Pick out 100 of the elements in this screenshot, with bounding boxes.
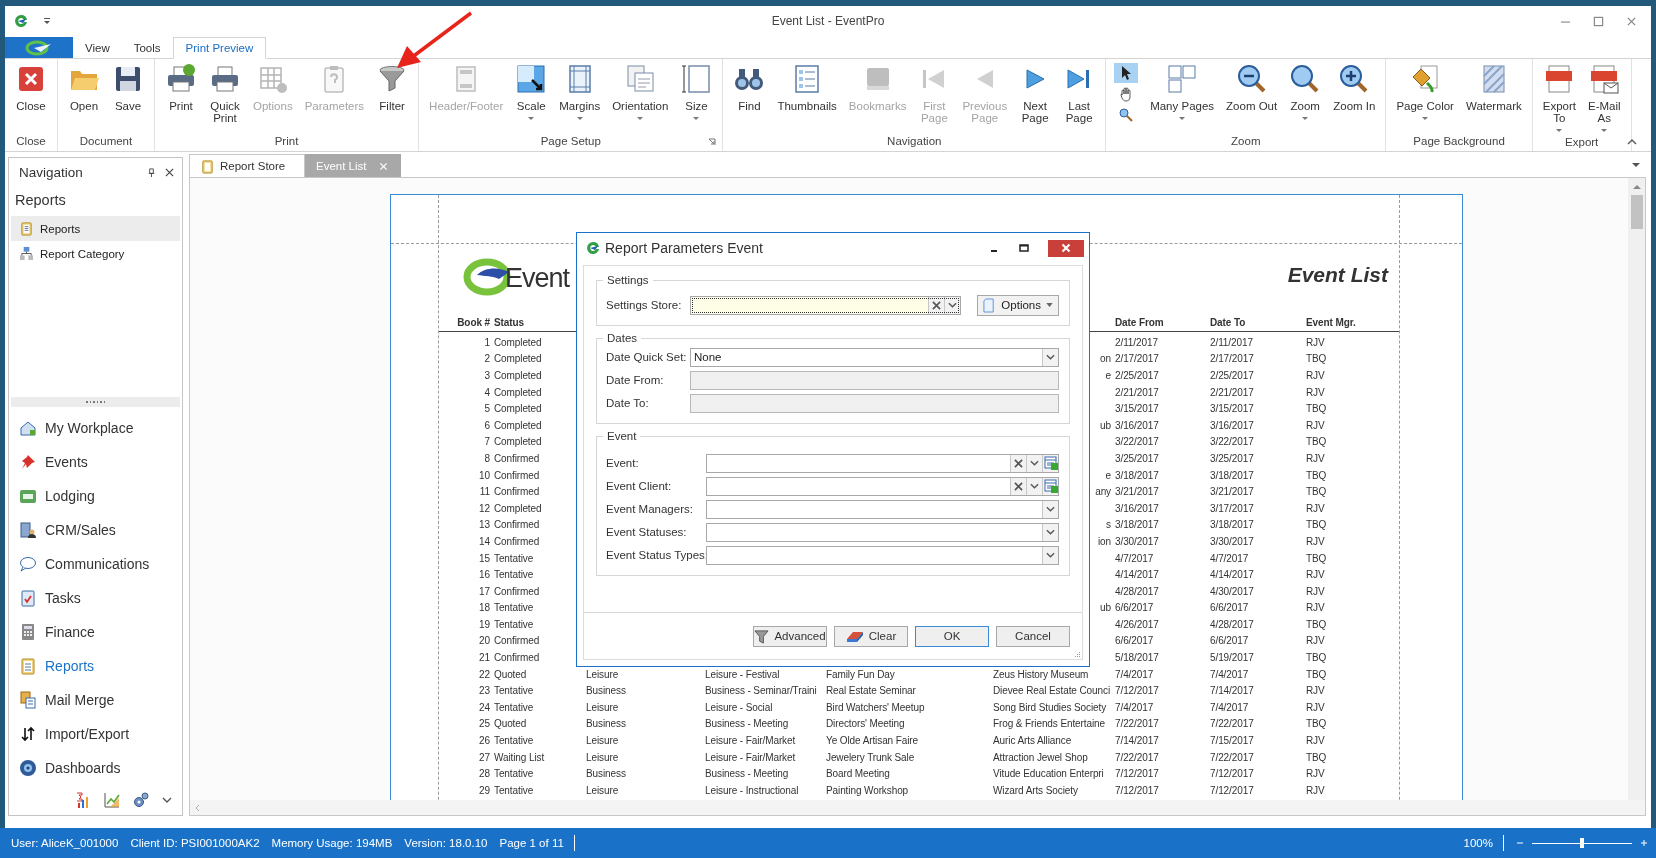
pin-icon[interactable] bbox=[147, 167, 156, 177]
bar-chart-icon[interactable] bbox=[75, 792, 91, 808]
column-header: Event Mgr. bbox=[1306, 316, 1356, 328]
ribbon-tab[interactable]: View bbox=[73, 38, 122, 58]
ribbon-tab[interactable]: Tools bbox=[121, 38, 173, 58]
ribbon-button[interactable]: Watermark bbox=[1459, 63, 1528, 112]
plus-icon[interactable] bbox=[1640, 839, 1648, 847]
ribbon-button[interactable]: Last Page bbox=[1057, 63, 1102, 124]
table-cell: 3/18/2017 bbox=[1115, 469, 1159, 481]
dropdown-icon[interactable] bbox=[1042, 523, 1058, 541]
ribbon-button[interactable]: Thumbnails bbox=[771, 63, 843, 112]
dropdown-icon[interactable] bbox=[1042, 500, 1058, 518]
splitter-handle[interactable] bbox=[11, 397, 180, 407]
clear-icon[interactable] bbox=[1010, 477, 1026, 495]
dropdown-icon[interactable] bbox=[1632, 162, 1640, 168]
options-button[interactable]: Options bbox=[977, 294, 1059, 316]
maximize-icon[interactable] bbox=[1018, 242, 1030, 254]
ribbon-button[interactable]: Orientation bbox=[606, 63, 675, 120]
ribbon-button[interactable]: Scale bbox=[509, 63, 554, 120]
nav-item[interactable]: Reports bbox=[11, 216, 180, 241]
table-cell: Leisure - Festival bbox=[705, 668, 780, 680]
table-cell: Leisure bbox=[586, 701, 619, 713]
input-field[interactable] bbox=[706, 453, 1059, 473]
table-cell: 19 bbox=[479, 618, 490, 630]
ribbon-button[interactable]: Zoom In bbox=[1327, 63, 1382, 112]
ribbon-button[interactable]: Export To bbox=[1536, 63, 1582, 132]
ribbon-button[interactable]: Zoom Out bbox=[1220, 63, 1284, 112]
close-button[interactable] bbox=[1048, 239, 1084, 257]
module-item[interactable]: Reports bbox=[9, 649, 182, 683]
ribbon-button[interactable]: Page Color bbox=[1390, 63, 1460, 120]
vertical-scrollbar[interactable] bbox=[1628, 178, 1645, 800]
dropdown-icon[interactable] bbox=[1042, 348, 1058, 366]
lookup-icon[interactable] bbox=[1042, 454, 1058, 472]
dialog-button[interactable]: Clear bbox=[834, 625, 908, 647]
module-item[interactable]: CRM/Sales bbox=[9, 513, 182, 547]
table-cell: ub bbox=[1100, 419, 1111, 431]
dialog-button[interactable]: Cancel bbox=[996, 625, 1070, 647]
ribbon-button[interactable]: Zoom bbox=[1283, 63, 1328, 120]
input-field[interactable] bbox=[706, 499, 1059, 519]
ribbon-button[interactable]: Size bbox=[674, 63, 719, 120]
module-item[interactable]: Import/Export bbox=[9, 717, 182, 751]
ribbon-button[interactable]: Margins bbox=[553, 63, 607, 120]
clear-icon[interactable] bbox=[1010, 454, 1026, 472]
input-field[interactable] bbox=[690, 295, 961, 315]
dropdown-icon[interactable] bbox=[944, 296, 960, 314]
dialog-button[interactable]: Advanced bbox=[753, 625, 827, 647]
app-logo-icon[interactable] bbox=[13, 13, 29, 29]
dropdown-icon[interactable] bbox=[1026, 454, 1042, 472]
pointer-icon[interactable] bbox=[1114, 63, 1139, 83]
ribbon-tab[interactable]: Print Preview bbox=[172, 37, 267, 59]
dropdown-icon[interactable] bbox=[1042, 546, 1058, 564]
dialog-launcher-icon[interactable] bbox=[708, 138, 717, 146]
speech-bubble-icon bbox=[19, 555, 37, 573]
ribbon-button[interactable]: Next Page bbox=[1013, 63, 1058, 124]
slider-thumb[interactable] bbox=[1580, 838, 1584, 848]
ribbon-button[interactable]: Find bbox=[727, 63, 772, 112]
table-cell: Dievee Real Estate Counci bbox=[993, 685, 1110, 697]
app-menu-button[interactable] bbox=[5, 37, 73, 58]
column-header: Date To bbox=[1210, 316, 1246, 328]
ribbon-button[interactable]: Print bbox=[159, 63, 203, 112]
zoom-slider[interactable] bbox=[1532, 836, 1632, 850]
input-field[interactable] bbox=[706, 545, 1059, 565]
quick-access-icon[interactable] bbox=[43, 17, 51, 25]
resize-grip-icon[interactable] bbox=[1073, 650, 1081, 658]
ribbon-button[interactable]: Close bbox=[9, 63, 53, 112]
table-cell: 23 bbox=[479, 685, 490, 697]
dropdown-icon[interactable] bbox=[1026, 477, 1042, 495]
ribbon-button[interactable]: Filter bbox=[370, 63, 415, 112]
module-item[interactable]: Mail Merge bbox=[9, 683, 182, 717]
module-item[interactable]: Dashboards bbox=[9, 751, 182, 785]
scroll-thumb[interactable] bbox=[1630, 195, 1643, 229]
horizontal-scrollbar[interactable] bbox=[190, 800, 1645, 815]
gears-icon[interactable] bbox=[133, 792, 149, 808]
close-icon[interactable] bbox=[165, 167, 174, 177]
nav-item[interactable]: Report Category bbox=[11, 241, 180, 266]
ribbon-button[interactable]: Save bbox=[106, 63, 150, 112]
module-item[interactable]: Finance bbox=[9, 615, 182, 649]
collapse-ribbon-icon[interactable] bbox=[1627, 139, 1637, 145]
scroll-up-icon[interactable] bbox=[1632, 184, 1641, 189]
dialog-button[interactable]: OK bbox=[915, 625, 989, 647]
module-item[interactable]: Events bbox=[9, 445, 182, 479]
ribbon-button[interactable]: Quick Print bbox=[203, 63, 247, 124]
input-field[interactable] bbox=[706, 476, 1059, 496]
table-cell: Leisure bbox=[586, 735, 619, 747]
lookup-icon[interactable] bbox=[1042, 477, 1058, 495]
chevron-down-icon[interactable] bbox=[162, 797, 172, 803]
line-chart-icon[interactable] bbox=[104, 792, 120, 808]
module-item[interactable]: Lodging bbox=[9, 479, 182, 513]
table-cell: 2 bbox=[484, 353, 490, 365]
module-item[interactable]: Tasks bbox=[9, 581, 182, 615]
table-cell: 14 bbox=[479, 535, 490, 547]
input-field[interactable]: None bbox=[690, 347, 1059, 367]
ribbon-button[interactable]: E-Mail As bbox=[1582, 63, 1627, 132]
ribbon-button[interactable]: Open bbox=[62, 63, 106, 112]
module-item[interactable]: My Workplace bbox=[9, 411, 182, 445]
ribbon-button[interactable]: Many Pages bbox=[1144, 63, 1221, 120]
minus-icon[interactable] bbox=[1516, 839, 1524, 847]
clear-icon[interactable] bbox=[928, 296, 944, 314]
module-item[interactable]: Communications bbox=[9, 547, 182, 581]
input-field[interactable] bbox=[706, 522, 1059, 542]
